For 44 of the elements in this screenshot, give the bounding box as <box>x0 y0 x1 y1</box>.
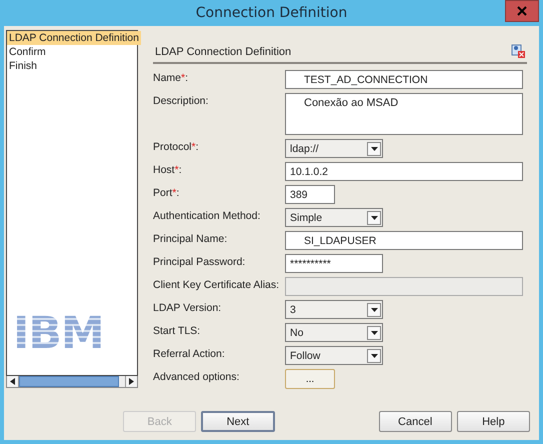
input-field[interactable]: 10.1.0.2 <box>285 162 523 181</box>
field-label: Client Key Certificate Alias: <box>153 278 280 291</box>
field-label: Advanced options: <box>153 370 240 383</box>
dropdown[interactable]: No <box>285 323 383 342</box>
field-label: Protocol*: <box>153 140 199 153</box>
dropdown[interactable]: 3 <box>285 300 383 319</box>
step-item[interactable]: LDAP Connection Definition <box>7 31 141 45</box>
field-label: Port*: <box>153 186 180 199</box>
section-title: LDAP Connection Definition <box>155 46 292 58</box>
advanced-options-button[interactable]: ... <box>285 369 335 389</box>
horizontal-scrollbar[interactable] <box>6 376 138 388</box>
field-label: LDAP Version: <box>153 301 222 314</box>
close-button[interactable] <box>505 0 539 22</box>
dropdown-arrow-icon <box>370 308 378 312</box>
field-label: Authentication Method: <box>153 209 260 222</box>
left-arrow-icon <box>10 378 15 385</box>
text-area[interactable]: Conexão ao MSAD <box>285 93 523 135</box>
dropdown-arrow-icon <box>370 354 378 358</box>
dialog-button[interactable]: Next <box>201 411 275 432</box>
dialog-button[interactable]: Help <box>456 411 530 432</box>
input-field[interactable]: TEST_AD_CONNECTION <box>285 70 523 89</box>
dropdown[interactable]: ldap:// <box>285 139 383 158</box>
field-label: Referral Action: <box>153 347 225 360</box>
connection-status-icon[interactable] <box>511 44 525 58</box>
field-label: Description: <box>153 94 208 107</box>
dropdown-arrow-icon <box>370 146 378 150</box>
input-field[interactable]: ********** <box>285 254 383 273</box>
step-item[interactable]: Finish <box>7 59 40 73</box>
input-field[interactable]: 389 <box>285 185 335 204</box>
field-label: Host*: <box>153 163 182 176</box>
step-item[interactable]: Confirm <box>7 45 48 59</box>
dropdown[interactable]: Simple <box>285 208 383 227</box>
field-label: Start TLS: <box>153 324 200 337</box>
dropdown-arrow-icon <box>370 330 378 334</box>
dialog-button[interactable]: Cancel <box>378 411 452 432</box>
field-label: Principal Password: <box>153 255 246 268</box>
field-label: Name*: <box>153 71 188 84</box>
window-title: Connection Definition <box>196 5 348 21</box>
dropdown-arrow-icon <box>370 216 378 220</box>
dropdown[interactable]: Follow <box>285 346 383 365</box>
field-label: Principal Name: <box>153 232 228 245</box>
right-arrow-icon <box>129 378 134 385</box>
close-icon <box>517 6 527 16</box>
input-field[interactable]: SI_LDAPUSER <box>285 231 523 250</box>
